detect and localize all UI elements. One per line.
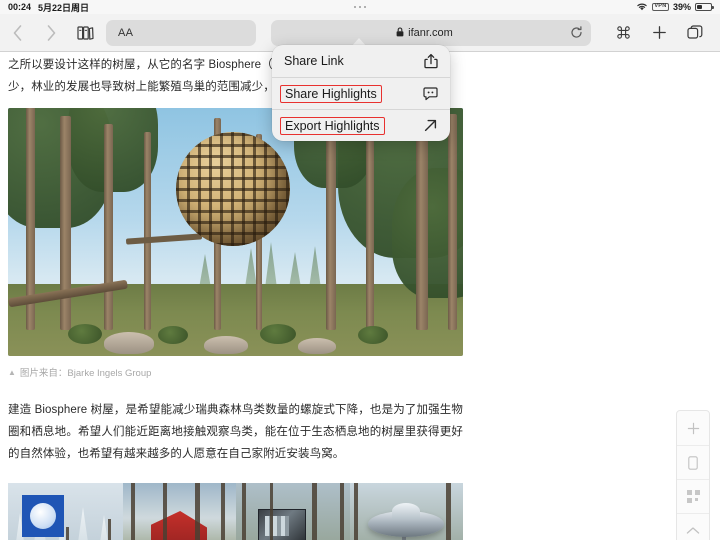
tabs-button[interactable] [678,16,712,50]
spherical-treehouse [176,132,290,246]
aa-label: AA [118,26,134,39]
address-bar-content: ifanr.com [279,24,570,42]
caption-triangle-icon: ▲ [8,367,16,377]
multitask-dots-icon[interactable] [353,5,367,9]
lock-icon [396,24,404,42]
zoom-in-tool[interactable] [677,411,709,445]
share-icon [424,53,438,69]
image-caption: ▲ 图片来自：Bjarke Ingels Group [8,365,463,380]
battery-percent: 39% [672,2,691,12]
share-popover-menu: Share Link Share Highlights Export Highl… [272,45,450,141]
collage-panel-red-cabin [123,483,236,540]
status-bar-right: VPN 39% [636,2,720,13]
status-bar-left: 00:24 5月22日周日 [0,1,89,14]
menu-item-share-highlights-label: Share Highlights [280,84,382,103]
text-size-button[interactable]: AA [106,19,256,46]
reload-icon[interactable] [570,26,583,39]
mirror-cube [258,509,306,540]
qrcode-icon [686,490,700,503]
body-paragraph: 建造 Biosphere 树屋，是希望能减少瑞典森林鸟类数量的螺旋式下降，也是为… [8,404,463,460]
menu-item-share-highlights[interactable]: Share Highlights [272,77,450,109]
treehouse-collage-image[interactable] [8,483,463,540]
status-bar: 00:24 5月22日周日 VPN 39% [0,0,720,14]
caption-text: 图片来自：Bjarke Ingels Group [19,368,152,379]
vpn-badge: VPN [651,2,669,12]
url-bar-wrapper: ifanr.com [256,19,606,46]
address-bar[interactable]: ifanr.com [271,19,591,46]
nest-sphere [30,503,56,529]
bookmarks-button[interactable] [68,16,102,50]
new-tab-button[interactable] [642,16,676,50]
url-text: ifanr.com [408,26,453,39]
battery-icon [695,3,714,11]
blue-logo-tile [22,495,64,537]
tablet-screen: 00:24 5月22日周日 VPN 39% AA ifanr.com 之所以要设… [0,0,720,540]
menu-item-export-highlights-label: Export Highlights [280,116,385,135]
arrow-up-right-icon [423,118,438,133]
status-date: 5月22日周日 [38,2,90,13]
status-bar-center [0,5,720,9]
menu-item-share-link-label: Share Link [284,54,344,68]
forward-button[interactable] [34,16,68,50]
menu-item-share-link[interactable]: Share Link [272,45,450,77]
article-hero-image[interactable] [8,108,463,356]
mobile-preview-tool[interactable] [677,445,709,479]
collage-panel-ufo [350,483,463,540]
collage-panel-nest [8,483,123,540]
back-button[interactable] [0,16,34,50]
ufo-treehouse [368,503,444,537]
status-time: 00:24 [8,2,32,12]
scroll-top-tool[interactable] [677,513,709,540]
toolbar-right-group [606,16,720,50]
menu-item-export-highlights[interactable]: Export Highlights [272,109,450,141]
command-button[interactable] [606,16,640,50]
floating-side-toolbar [676,410,710,540]
qrcode-tool[interactable] [677,479,709,513]
collage-panel-mirror-cube [236,483,350,540]
speech-bubble-icon [423,86,438,101]
wifi-icon [636,2,648,13]
